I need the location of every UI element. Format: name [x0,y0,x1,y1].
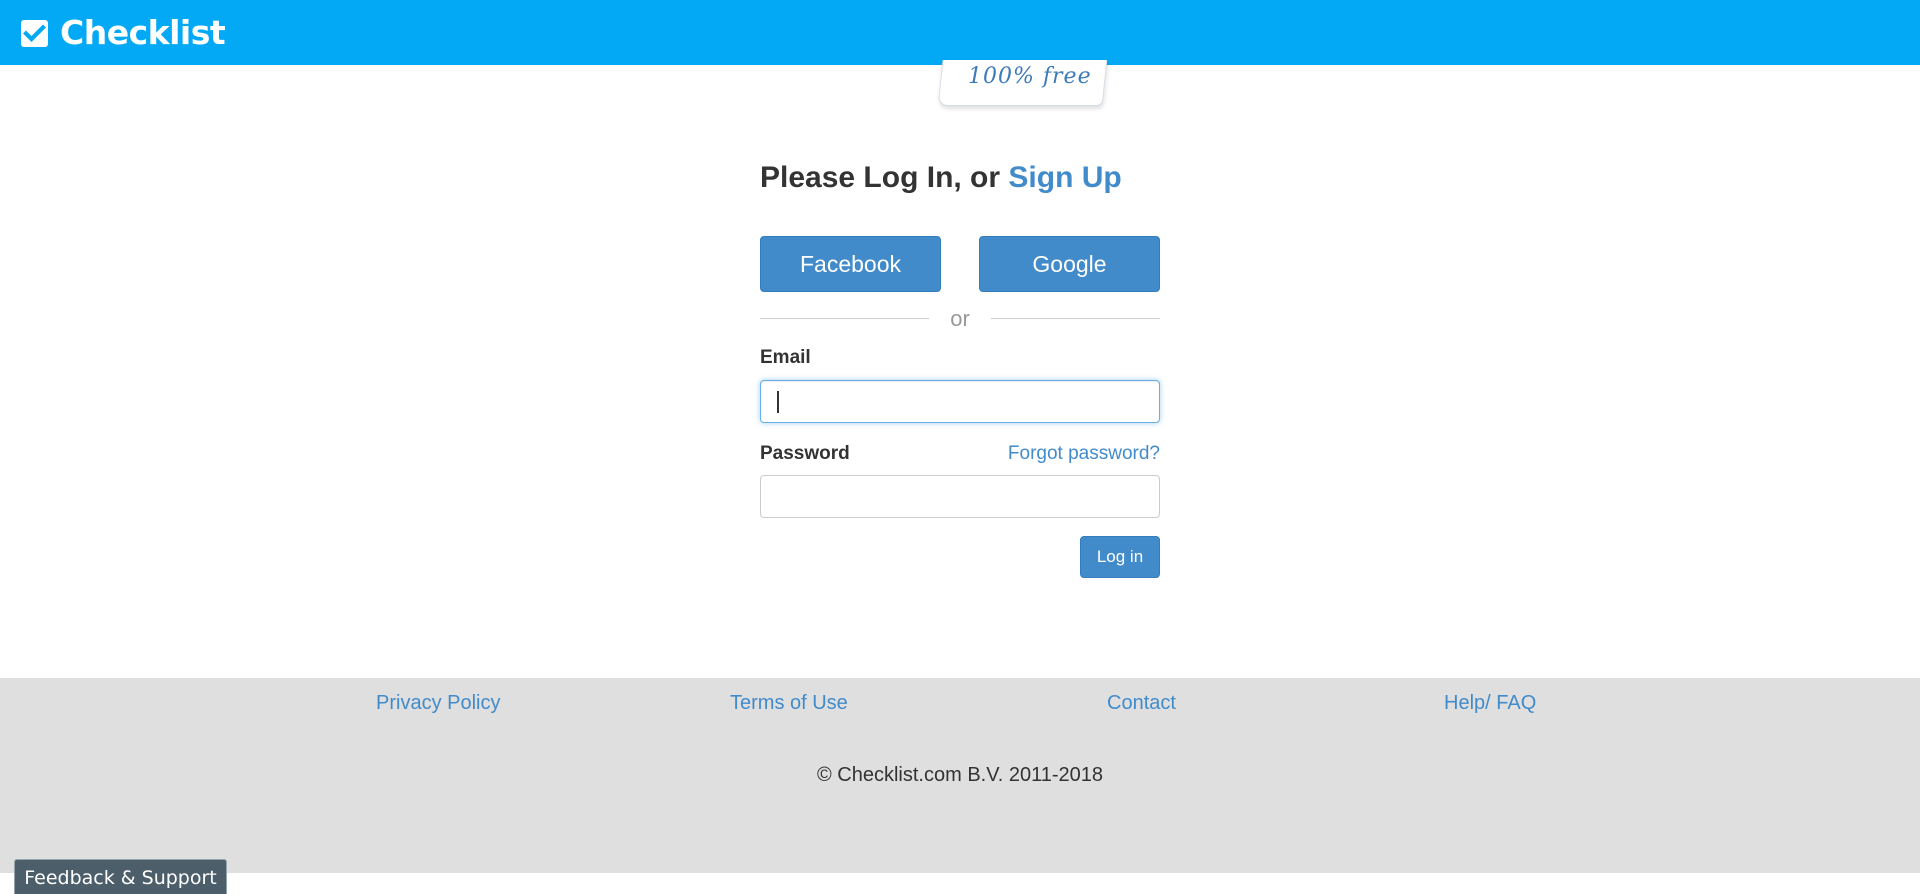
forgot-password-link[interactable]: Forgot password? [1008,443,1160,465]
login-title-prefix: Please Log In, or [760,161,1009,194]
login-panel: Please Log In, or Sign Up Facebook Googl… [760,150,1160,578]
password-field[interactable] [760,475,1160,518]
footer-link-terms-of-use[interactable]: Terms of Use [730,692,848,715]
free-badge-text: 100% free [968,64,1092,89]
checkbox-check-icon [21,19,48,47]
footer: Privacy Policy Terms of Use Contact Help… [0,678,1920,873]
social-login-row: Facebook Google [760,236,1160,292]
brand-logo-link[interactable]: Checklist [21,13,226,52]
top-navbar: Checklist [0,0,1920,65]
email-label: Email [760,347,811,368]
signup-link[interactable]: Sign Up [1008,161,1121,194]
footer-link-contact[interactable]: Contact [1107,692,1176,715]
copyright-text: © Checklist.com B.V. 2011-2018 [817,764,1103,786]
login-title: Please Log In, or Sign Up [760,150,1160,206]
feedback-support-button[interactable]: Feedback & Support [14,859,227,894]
facebook-login-button[interactable]: Facebook [760,236,941,292]
brand-name: Checklist [60,13,226,52]
divider-text: or [950,306,970,331]
google-login-button[interactable]: Google [979,236,1160,292]
login-button[interactable]: Log in [1080,536,1160,578]
password-label: Password [760,443,850,464]
footer-link-help-faq[interactable]: Help/ FAQ [1444,692,1536,715]
footer-link-privacy-policy[interactable]: Privacy Policy [376,692,500,715]
divider-line-right [991,318,1160,319]
or-divider: or [760,306,1160,331]
email-field[interactable] [760,380,1160,423]
text-cursor [777,391,779,413]
